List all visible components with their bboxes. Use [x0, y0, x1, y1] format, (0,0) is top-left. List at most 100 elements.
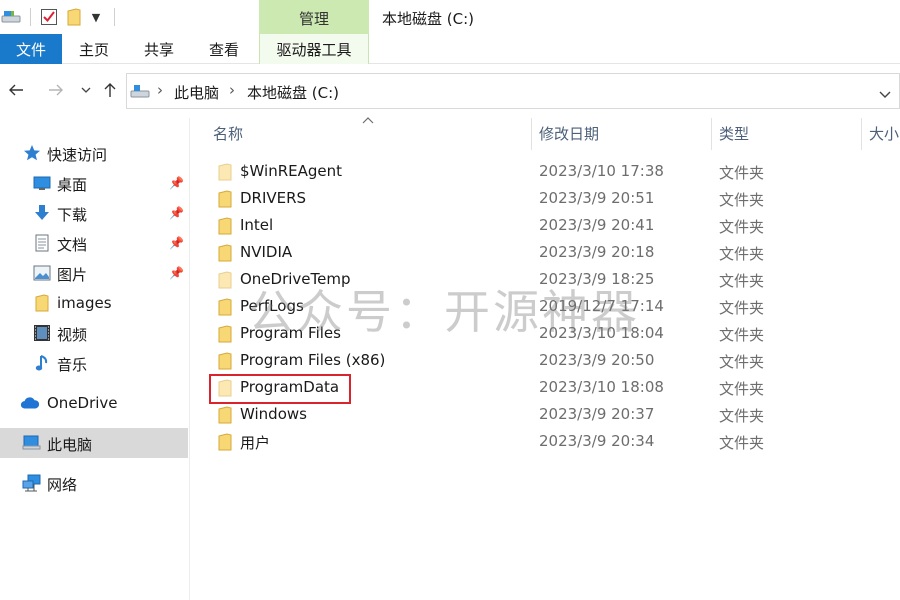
breadcrumb-this-pc[interactable]: 此电脑 [174, 82, 219, 103]
nav-this-pc[interactable]: 此电脑 [0, 428, 188, 458]
nav-documents[interactable]: 文档 📌 [0, 228, 188, 258]
file-type: 文件夹 [719, 299, 765, 317]
toolbar-divider [114, 8, 115, 26]
this-pc-icon [130, 83, 150, 103]
folder-icon [218, 325, 236, 343]
nav-onedrive[interactable]: OneDrive [0, 388, 188, 418]
nav-quick-access[interactable]: 快速访问 [0, 138, 188, 168]
file-row[interactable]: 用户 2023/3/9 20:34 文件夹 [208, 428, 900, 455]
pin-icon[interactable]: 📌 [169, 175, 184, 191]
properties-icon[interactable] [38, 6, 60, 28]
column-header-size[interactable]: 大小 [869, 118, 900, 150]
star-icon [22, 143, 42, 163]
pane-divider[interactable] [189, 118, 190, 600]
nav-desktop[interactable]: 桌面 📌 [0, 168, 188, 198]
nav-music[interactable]: 音乐 [0, 348, 188, 378]
file-modified-date: 2023/3/10 17:38 [539, 162, 664, 180]
file-type: 文件夹 [719, 191, 765, 209]
pin-icon[interactable]: 📌 [169, 265, 184, 281]
file-name: $WinREAgent [240, 162, 343, 180]
up-button[interactable] [98, 78, 122, 104]
tab-file[interactable]: 文件 [0, 34, 62, 64]
file-row[interactable]: Program Files (x86) 2023/3/9 20:50 文件夹 [208, 347, 900, 374]
folder-icon [218, 271, 236, 289]
desktop-icon [32, 173, 52, 193]
nav-pictures[interactable]: 图片 📌 [0, 258, 188, 288]
file-name: NVIDIA [240, 243, 293, 261]
file-modified-date: 2023/3/9 20:34 [539, 432, 655, 450]
file-modified-date: 2023/3/9 20:51 [539, 189, 655, 207]
ribbon-tabs: 文件 主页 共享 查看 驱动器工具 [0, 34, 900, 64]
pin-icon[interactable]: 📌 [169, 235, 184, 251]
nav-label: 视频 [57, 326, 88, 344]
nav-label: 图片 [57, 266, 88, 284]
nav-label: 桌面 [57, 176, 88, 194]
file-modified-date: 2023/3/9 20:37 [539, 405, 655, 423]
drive-icon [0, 6, 22, 28]
nav-label: 快速访问 [47, 146, 108, 164]
folder-icon [218, 217, 236, 235]
music-icon [32, 353, 52, 373]
video-icon [32, 323, 52, 343]
file-name: 用户 [240, 434, 271, 452]
navigation-bar: › 此电脑 › 本地磁盘 (C:) [0, 70, 900, 112]
nav-downloads[interactable]: 下载 📌 [0, 198, 188, 228]
tab-home[interactable]: 主页 [69, 34, 119, 64]
breadcrumb-separator-icon: › [157, 81, 163, 99]
tab-drive-tools[interactable]: 驱动器工具 [259, 34, 369, 64]
breadcrumb-local-disk[interactable]: 本地磁盘 (C:) [247, 82, 339, 103]
address-dropdown-icon[interactable] [879, 87, 891, 103]
pin-icon[interactable]: 📌 [169, 205, 184, 221]
back-button[interactable] [4, 78, 28, 104]
file-type: 文件夹 [719, 218, 765, 236]
nav-network[interactable]: 网络 [0, 468, 188, 498]
download-icon [32, 203, 52, 223]
arrow-up-icon [104, 83, 116, 97]
file-type: 文件夹 [719, 434, 765, 452]
recent-locations-button[interactable] [74, 78, 98, 104]
file-type: 文件夹 [719, 272, 765, 290]
folder-icon [218, 190, 236, 208]
cloud-icon [20, 393, 40, 413]
file-type: 文件夹 [719, 326, 765, 344]
highlight-annotation [209, 374, 351, 404]
file-type: 文件夹 [719, 407, 765, 425]
address-bar[interactable]: › 此电脑 › 本地磁盘 (C:) [126, 73, 900, 109]
column-resize-handle[interactable] [711, 118, 712, 150]
tab-share[interactable]: 共享 [134, 34, 184, 64]
file-row[interactable]: NVIDIA 2023/3/9 20:18 文件夹 [208, 239, 900, 266]
nav-label: 下载 [57, 206, 88, 224]
column-resize-handle[interactable] [861, 118, 862, 150]
file-name: DRIVERS [240, 189, 307, 207]
network-icon [22, 473, 42, 493]
customize-toolbar-icon[interactable]: ▼ [88, 6, 104, 28]
folder-icon [32, 293, 52, 313]
computer-icon [22, 433, 42, 453]
tab-view[interactable]: 查看 [199, 34, 249, 64]
nav-images[interactable]: images [0, 288, 188, 318]
column-header-modified[interactable]: 修改日期 [539, 118, 704, 150]
file-row[interactable]: Intel 2023/3/9 20:41 文件夹 [208, 212, 900, 239]
file-row[interactable]: DRIVERS 2023/3/9 20:51 文件夹 [208, 185, 900, 212]
column-header-type[interactable]: 类型 [719, 118, 854, 150]
nav-label: images [57, 294, 112, 312]
manage-tab-group[interactable]: 管理 [259, 0, 369, 35]
column-resize-handle[interactable] [531, 118, 532, 150]
column-header-name[interactable]: 名称 [213, 118, 523, 150]
file-row[interactable]: Windows 2023/3/9 20:37 文件夹 [208, 401, 900, 428]
folder-icon [218, 433, 236, 451]
file-name: Intel [240, 216, 274, 234]
file-type: 文件夹 [719, 245, 765, 263]
document-icon [32, 233, 52, 253]
folder-icon [218, 298, 236, 316]
arrow-left-icon [9, 84, 23, 96]
nav-videos[interactable]: 视频 [0, 318, 188, 348]
watermark-text: 公众号：开源神器 [248, 285, 640, 339]
file-name: Program Files (x86) [240, 351, 386, 369]
file-modified-date: 2023/3/9 20:18 [539, 243, 655, 261]
nav-label: 此电脑 [47, 436, 93, 454]
forward-button[interactable] [44, 78, 68, 104]
file-row[interactable]: $WinREAgent 2023/3/10 17:38 文件夹 [208, 158, 900, 185]
new-folder-icon[interactable] [64, 6, 84, 28]
file-modified-date: 2023/3/9 20:50 [539, 351, 655, 369]
